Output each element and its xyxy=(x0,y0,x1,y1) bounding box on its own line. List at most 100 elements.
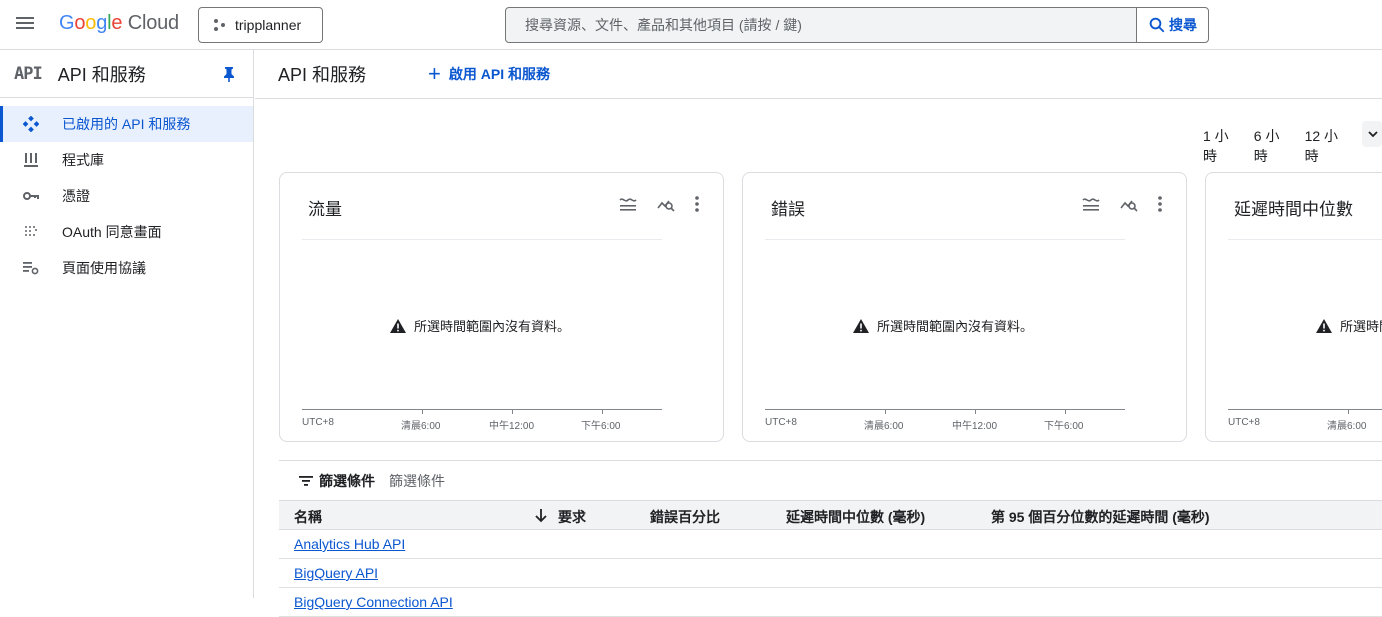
warning-icon xyxy=(853,318,869,333)
axis-tick-label: UTC+8 xyxy=(302,417,334,428)
filter-input[interactable]: 篩選條件 xyxy=(389,471,445,491)
x-axis xyxy=(302,409,662,410)
axis-tick-label: 下午6:00 xyxy=(581,421,621,432)
axis-tick-label: 清晨6:00 xyxy=(864,421,904,432)
traffic-chart-card: 流量 所選時間範圍內沒有資料。 UTC+8 清晨6:00 中午12:00 下午6… xyxy=(279,172,724,442)
sidebar-item-credentials[interactable]: 憑證 xyxy=(0,178,253,214)
table-filter-bar: 篩選條件 篩選條件 xyxy=(279,460,1382,500)
sidebar-item-label: OAuth 同意畫面 xyxy=(62,224,162,240)
column-header-latency-p95[interactable]: 第 95 個百分位數的延遲時間 (毫秒) xyxy=(991,507,1210,527)
page-header: API 和服務 + 啟用 API 和服務 xyxy=(255,50,1382,99)
card-title: 延遲時間中位數 xyxy=(1234,200,1353,219)
sidebar-item-label: 已啟用的 API 和服務 xyxy=(62,116,191,132)
explore-chart-icon[interactable] xyxy=(657,196,675,212)
axis-tick xyxy=(885,409,886,414)
axis-tick xyxy=(975,409,976,414)
axis-tick xyxy=(422,409,423,414)
column-header-latency-median[interactable]: 延遲時間中位數 (毫秒) xyxy=(786,507,925,527)
table-row: BigQuery API xyxy=(279,559,1382,588)
enable-apis-label: 啟用 API 和服務 xyxy=(448,66,550,82)
search-bar: 搜尋資源、文件、產品和其他項目 (請按 / 鍵) 搜尋 xyxy=(505,7,1209,43)
time-range-more-icon[interactable] xyxy=(1362,121,1382,147)
axis-tick-label: 下午6:00 xyxy=(1044,421,1084,432)
time-range-selector: 1 小時 6 小時 12 小時 xyxy=(1203,121,1382,166)
warning-icon xyxy=(1316,318,1332,333)
column-header-error-percent[interactable]: 錯誤百分比 xyxy=(650,507,720,527)
axis-tick xyxy=(512,409,513,414)
time-range-1h[interactable]: 1 小時 xyxy=(1203,126,1237,166)
sidebar-item-library[interactable]: 程式庫 xyxy=(0,142,253,178)
legend-toggle-icon[interactable] xyxy=(1082,197,1100,211)
logo-letter: e xyxy=(111,12,123,34)
sidebar-title: API 和服務 xyxy=(57,64,146,85)
project-icon xyxy=(213,18,227,32)
no-data-message: 所選時間範圍內沒有資料。 xyxy=(1316,316,1382,335)
search-button-label: 搜尋 xyxy=(1169,17,1197,33)
sidebar-nav: 已啟用的 API 和服務 程式庫 憑證 OAuth 同意畫面 頁面使用協議 xyxy=(0,106,253,286)
more-vert-icon[interactable] xyxy=(695,195,699,213)
axis-tick-label: 中午12:00 xyxy=(952,421,998,432)
oauth-dots-icon xyxy=(22,223,40,241)
library-icon xyxy=(22,151,40,169)
api-logo-icon: API xyxy=(14,63,43,84)
main-content: API 和服務 + 啟用 API 和服務 1 小時 6 小時 12 小時 流量 … xyxy=(255,50,1382,617)
axis-tick-label: 中午12:00 xyxy=(489,421,535,432)
axis-tick-label: UTC+8 xyxy=(1228,417,1260,428)
main-menu-icon[interactable] xyxy=(14,14,36,36)
card-divider xyxy=(302,239,662,240)
time-range-6h[interactable]: 6 小時 xyxy=(1254,126,1288,166)
search-icon xyxy=(1149,17,1165,33)
sidebar: API API 和服務 已啟用的 API 和服務 程式庫 憑證 OAuth 同意… xyxy=(0,50,254,598)
table-header: 名稱 要求 錯誤百分比 延遲時間中位數 (毫秒) 第 95 個百分位數的延遲時間… xyxy=(279,500,1382,530)
card-title: 錯誤 xyxy=(771,200,805,219)
card-toolbar xyxy=(1082,195,1162,213)
sidebar-item-label: 憑證 xyxy=(62,188,90,204)
search-button[interactable]: 搜尋 xyxy=(1136,8,1208,42)
api-link[interactable]: BigQuery API xyxy=(294,565,378,581)
card-title: 流量 xyxy=(308,200,342,219)
time-range-12h[interactable]: 12 小時 xyxy=(1305,126,1345,166)
page-title: API 和服務 xyxy=(278,65,367,85)
api-link[interactable]: BigQuery Connection API xyxy=(294,594,453,610)
no-data-text: 所選時間範圍內沒有資料。 xyxy=(877,319,1034,334)
warning-icon xyxy=(390,318,406,333)
google-cloud-logo[interactable]: Google Cloud xyxy=(59,12,179,35)
errors-chart-card: 錯誤 所選時間範圍內沒有資料。 UTC+8 清晨6:00 中午12:00 下午6… xyxy=(742,172,1187,442)
sort-descending-icon[interactable] xyxy=(535,509,547,523)
sidebar-item-oauth[interactable]: OAuth 同意畫面 xyxy=(0,214,253,250)
logo-letter: g xyxy=(96,12,108,34)
no-data-text: 所選時間範圍內沒有資料。 xyxy=(414,319,571,334)
table-row: Analytics Hub API xyxy=(279,530,1382,559)
api-link[interactable]: Analytics Hub API xyxy=(294,536,405,552)
column-header-name[interactable]: 名稱 xyxy=(294,507,322,527)
apis-table: 名稱 要求 錯誤百分比 延遲時間中位數 (毫秒) 第 95 個百分位數的延遲時間… xyxy=(279,500,1382,617)
card-toolbar xyxy=(619,195,699,213)
axis-tick xyxy=(1348,409,1349,414)
filter-icon[interactable] xyxy=(299,475,313,487)
no-data-message: 所選時間範圍內沒有資料。 xyxy=(853,316,1033,335)
card-divider xyxy=(1228,239,1382,240)
axis-tick-label: 清晨6:00 xyxy=(401,421,441,432)
axis-tick xyxy=(602,409,603,414)
logo-letter: G xyxy=(59,12,75,34)
enable-apis-button[interactable]: + 啟用 API 和服務 xyxy=(428,61,550,86)
column-header-requests[interactable]: 要求 xyxy=(558,507,586,527)
project-name: tripplanner xyxy=(235,17,302,33)
sidebar-item-label: 程式庫 xyxy=(62,152,104,168)
axis-tick-label: 清晨6:00 xyxy=(1327,421,1367,432)
plus-icon: + xyxy=(428,61,441,86)
logo-cloud-text: Cloud xyxy=(127,12,179,34)
project-picker-button[interactable]: tripplanner xyxy=(198,7,323,43)
logo-letter: o xyxy=(74,12,86,34)
explore-chart-icon[interactable] xyxy=(1120,196,1138,212)
more-vert-icon[interactable] xyxy=(1158,195,1162,213)
axis-tick xyxy=(1065,409,1066,414)
pin-icon[interactable] xyxy=(222,66,236,82)
settings-list-icon xyxy=(22,259,40,277)
sidebar-item-page-usage[interactable]: 頁面使用協議 xyxy=(0,250,253,286)
sidebar-item-enabled-apis[interactable]: 已啟用的 API 和服務 xyxy=(0,106,253,142)
legend-toggle-icon[interactable] xyxy=(619,197,637,211)
sidebar-item-label: 頁面使用協議 xyxy=(62,260,146,276)
search-input[interactable]: 搜尋資源、文件、產品和其他項目 (請按 / 鍵) xyxy=(506,8,1136,42)
axis-tick-label: UTC+8 xyxy=(765,417,797,428)
